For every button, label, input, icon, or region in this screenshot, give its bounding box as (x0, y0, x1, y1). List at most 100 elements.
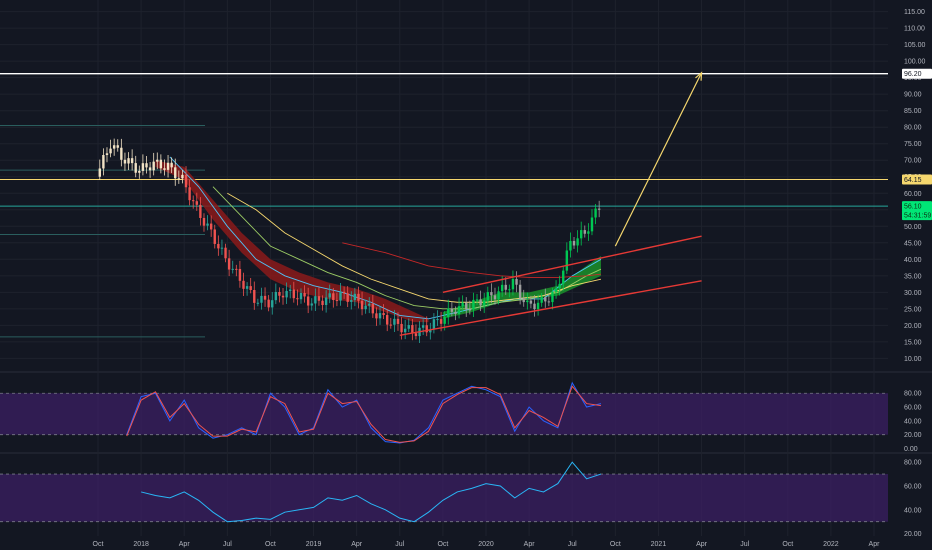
candle-body (594, 208, 597, 218)
y-tick-label: 110.00 (904, 26, 925, 33)
candle-body (324, 297, 328, 305)
x-tick-label: Apr (524, 541, 536, 548)
y-tick-label: 40.00 (904, 418, 922, 425)
candle-body (371, 303, 375, 314)
candle-body (263, 295, 267, 300)
candle-body (486, 292, 489, 301)
x-tick-label: 2021 (651, 541, 667, 548)
candle-body (475, 299, 479, 301)
candle-body (597, 208, 601, 210)
candle-body (184, 174, 188, 188)
y-tick-label: 90.00 (904, 92, 922, 99)
candle-body (583, 230, 586, 234)
oscillator-band (0, 474, 888, 522)
candle-body (260, 295, 263, 303)
y-tick-label: 60.00 (904, 405, 922, 412)
candle-body (127, 158, 130, 164)
candle-body (199, 204, 202, 218)
y-tick-label: 85.00 (904, 108, 922, 115)
candle-body (529, 300, 533, 304)
candle-body (497, 291, 500, 300)
candle-body (188, 187, 191, 201)
stochastic-rsi-pane[interactable] (0, 381, 888, 444)
candle-body (515, 278, 518, 285)
candle-body (461, 302, 464, 307)
candle-body (400, 323, 403, 333)
x-tick-label: Oct (437, 541, 448, 548)
candle-body (292, 289, 295, 299)
candle-body (450, 308, 454, 312)
candle-body (278, 292, 281, 296)
candle-body (576, 238, 579, 246)
candle-body (396, 318, 400, 324)
y-tick-label: 60.00 (904, 191, 922, 198)
candle-body (554, 288, 558, 292)
candle-body (314, 296, 317, 304)
candle-body (580, 230, 583, 239)
candle-body (368, 303, 371, 306)
candle-body (134, 163, 137, 173)
candle-body (493, 295, 497, 300)
candle-body (540, 297, 543, 303)
x-tick-label: Apr (179, 541, 191, 548)
price-tag-label: 56.10 (904, 204, 922, 211)
candle-body (508, 289, 511, 291)
candle-body (414, 333, 418, 337)
candle-body (393, 318, 396, 325)
grid (0, 0, 932, 536)
candle-body (421, 325, 425, 328)
candle-body (346, 293, 349, 302)
candle-body (454, 311, 457, 315)
candle-body (267, 299, 270, 308)
x-tick-label: 2020 (478, 541, 494, 548)
y-tick-label: 40.00 (904, 507, 922, 514)
candle-body (339, 291, 342, 301)
candle-body (192, 200, 195, 202)
x-tick-label: Oct (782, 541, 793, 548)
candle-body (533, 303, 536, 310)
candle-body (177, 178, 181, 180)
y-tick-label: 80.00 (904, 125, 922, 132)
candle-body (145, 163, 148, 168)
candle-body (536, 302, 540, 310)
time-axis[interactable]: Oct 2018 Apr Jul Oct 2019 Apr Jul Oct 2020 Apr Jul O… (93, 541, 881, 548)
y-tick-label: 80.00 (904, 391, 922, 398)
candle-body (551, 291, 554, 303)
candle-body (479, 299, 482, 306)
x-tick-label: Oct (610, 541, 621, 548)
candle-body (500, 284, 504, 292)
x-tick-label: Jul (395, 541, 404, 548)
candle-body (411, 325, 414, 334)
candle-body (209, 223, 213, 230)
candle-body (227, 258, 231, 270)
candle-body (436, 319, 439, 321)
candle-body (518, 284, 522, 299)
candle-body (299, 292, 303, 300)
candle-body (202, 217, 206, 226)
price-axis[interactable]: 115.00110.00105.00100.0095.0090.0085.008… (902, 9, 932, 538)
candle-body (112, 145, 116, 149)
candle-body (271, 300, 274, 308)
price-tag-label: 96.20 (904, 71, 922, 78)
candle-body (181, 174, 184, 179)
candle-body (120, 147, 123, 160)
candle-body (547, 301, 551, 303)
candle-body (447, 308, 450, 318)
candle-body (490, 292, 493, 296)
candle-body (274, 292, 278, 301)
candle-body (242, 280, 245, 289)
x-tick-label: Apr (696, 541, 708, 548)
candle-body (328, 293, 331, 298)
candle-body (98, 168, 101, 177)
candle-body (235, 268, 238, 270)
candle-body (213, 229, 216, 244)
candle-body (353, 293, 357, 301)
y-tick-label: 30.00 (904, 290, 922, 297)
candle-body (317, 296, 321, 301)
rsi-pane[interactable] (0, 461, 888, 523)
candle-body (281, 295, 285, 298)
candle-body (472, 299, 475, 310)
candle-body (238, 268, 242, 281)
price-pane[interactable] (0, 71, 888, 344)
candle-body (465, 302, 468, 310)
